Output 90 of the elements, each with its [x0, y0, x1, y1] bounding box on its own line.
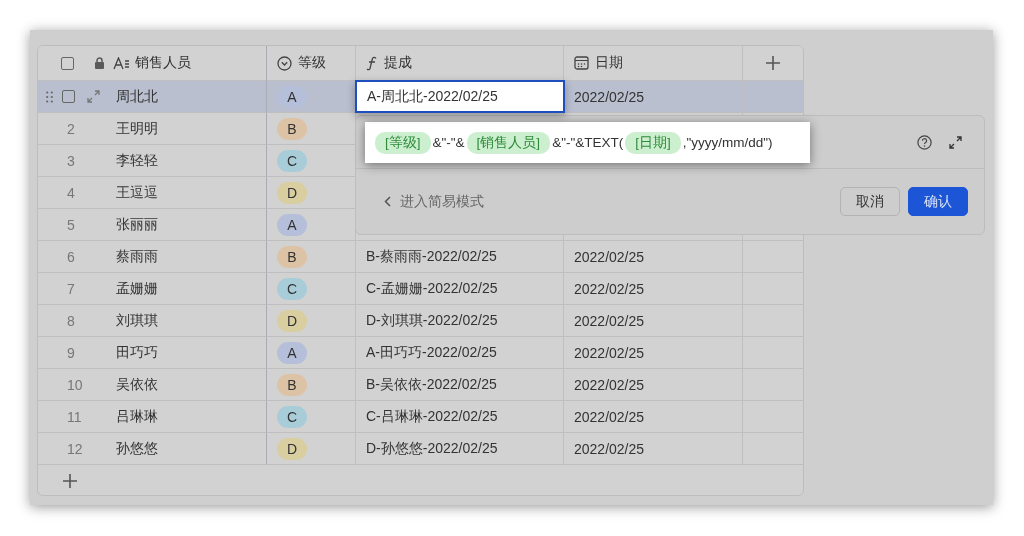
table-cell: 王逗逗	[116, 183, 158, 202]
table-cell: B-吴依依-2022/02/25	[356, 369, 564, 401]
add-row-icon[interactable]	[62, 472, 78, 489]
grade-tag: C	[277, 149, 307, 172]
confirm-button[interactable]: 确认	[908, 187, 968, 216]
table-cell: 刘琪琪	[116, 311, 158, 330]
row-background[interactable]: 9 田巧巧	[38, 337, 267, 369]
row-background[interactable]: 10 吴依依	[38, 369, 267, 401]
expand-icon[interactable]	[949, 135, 962, 149]
grade-tag: D	[277, 181, 307, 204]
formula-text: ,"yyyy/mm/dd")	[682, 135, 773, 150]
chevron-circle-icon	[277, 55, 292, 71]
row-number: 8	[66, 312, 76, 329]
row-number: 12	[66, 440, 84, 457]
formula-text: &"-"&TEXT(	[552, 135, 624, 150]
table-cell: 2022/02/25	[564, 401, 743, 433]
table-cell: C-吕琳琳-2022/02/25	[356, 401, 564, 433]
row-background[interactable]: 周北北	[38, 81, 267, 113]
function-icon	[366, 55, 378, 71]
grade-tag: A	[277, 341, 307, 364]
grade-tag: A	[277, 213, 307, 236]
row-background[interactable]: 12 孙悠悠	[38, 433, 267, 465]
grade-tag: A	[277, 85, 307, 108]
table-cell: 2022/02/25	[564, 337, 743, 369]
row-background[interactable]: 8 刘琪琪	[38, 305, 267, 337]
table-cell: B-蔡雨雨-2022/02/25	[356, 241, 564, 273]
grade-tag: C	[277, 277, 307, 300]
table-cell: 2022/02/25	[564, 433, 743, 465]
column-header[interactable]: 日期	[595, 54, 623, 72]
table-cell: 田巧巧	[116, 343, 158, 362]
grade-tag: D	[277, 309, 307, 332]
grade-tag: C	[277, 405, 307, 428]
table-cell: 2022/02/25	[564, 273, 743, 305]
drag-handle-icon[interactable]	[46, 90, 53, 103]
field-token[interactable]: [销售人员]	[466, 131, 551, 154]
table-cell: 蔡雨雨	[116, 247, 158, 266]
row-background[interactable]: 2 王明明	[38, 113, 267, 145]
grade-tag: B	[277, 373, 307, 396]
field-token[interactable]: [等级]	[375, 131, 431, 154]
table-cell: 孟姗姗	[116, 279, 158, 298]
table-cell: 张丽丽	[116, 215, 158, 234]
row-number: 10	[66, 376, 84, 393]
row-number: 4	[66, 184, 76, 201]
row-number: 11	[66, 408, 83, 425]
table-cell: D-刘琪琪-2022/02/25	[356, 305, 564, 337]
grade-tag: D	[277, 437, 307, 460]
table-cell: 王明明	[116, 119, 158, 138]
field-token[interactable]: [日期]	[625, 131, 681, 154]
table-cell: 2022/02/25	[564, 81, 743, 113]
cancel-button[interactable]: 取消	[840, 187, 900, 216]
checkbox[interactable]	[61, 56, 74, 70]
table-cell: 2022/02/25	[564, 369, 743, 401]
row-background[interactable]: 11 吕琳琳	[38, 401, 267, 433]
table-cell: 李轻轻	[116, 151, 158, 170]
column-header[interactable]: 销售人员	[135, 54, 191, 72]
row-background[interactable]: 4 王逗逗	[38, 177, 267, 209]
table-cell: 吕琳琳	[116, 407, 158, 426]
column-header[interactable]: 等级	[298, 54, 326, 72]
row-number: 3	[66, 152, 76, 169]
table-cell: 吴依依	[116, 375, 158, 394]
table-cell: 周北北	[116, 87, 158, 106]
row-background[interactable]: 6 蔡雨雨	[38, 241, 267, 273]
help-icon[interactable]	[917, 134, 932, 150]
text-field-icon	[113, 56, 131, 70]
row-background[interactable]: 3 李轻轻	[38, 145, 267, 177]
formula-text: &"-"&	[432, 135, 465, 150]
column-header[interactable]: 提成	[384, 54, 412, 72]
row-number: 6	[66, 248, 76, 265]
row-number: 5	[66, 216, 76, 233]
table-cell: A-田巧巧-2022/02/25	[356, 337, 564, 369]
row-number: 7	[66, 280, 76, 297]
formula-editor[interactable]: [等级] &"-"& [销售人员] &"-"&TEXT( [日期] ,"yyyy/mm/dd")	[365, 122, 810, 163]
add-column-icon[interactable]	[765, 55, 781, 71]
table-cell: 2022/02/25	[564, 305, 743, 337]
table-cell: C-孟姗姗-2022/02/25	[356, 273, 564, 305]
grade-tag: B	[277, 245, 307, 268]
row-number: 9	[66, 344, 76, 361]
row-number: 2	[66, 120, 76, 137]
calendar-icon	[574, 56, 589, 70]
table-cell: D-孙悠悠-2022/02/25	[356, 433, 564, 465]
chevron-left-icon	[384, 196, 391, 207]
row-background[interactable]: 7 孟姗姗	[38, 273, 267, 305]
simple-mode-link[interactable]: 进入简易模式	[384, 187, 484, 216]
table-cell: 2022/02/25	[564, 241, 743, 273]
table-cell: 孙悠悠	[116, 439, 158, 458]
grade-tag: B	[277, 117, 307, 140]
cell-editor[interactable]: A-周北北-2022/02/25	[355, 80, 565, 113]
checkbox[interactable]	[62, 90, 75, 103]
row-background[interactable]: 5 张丽丽	[38, 209, 267, 241]
lock-icon	[94, 57, 105, 69]
